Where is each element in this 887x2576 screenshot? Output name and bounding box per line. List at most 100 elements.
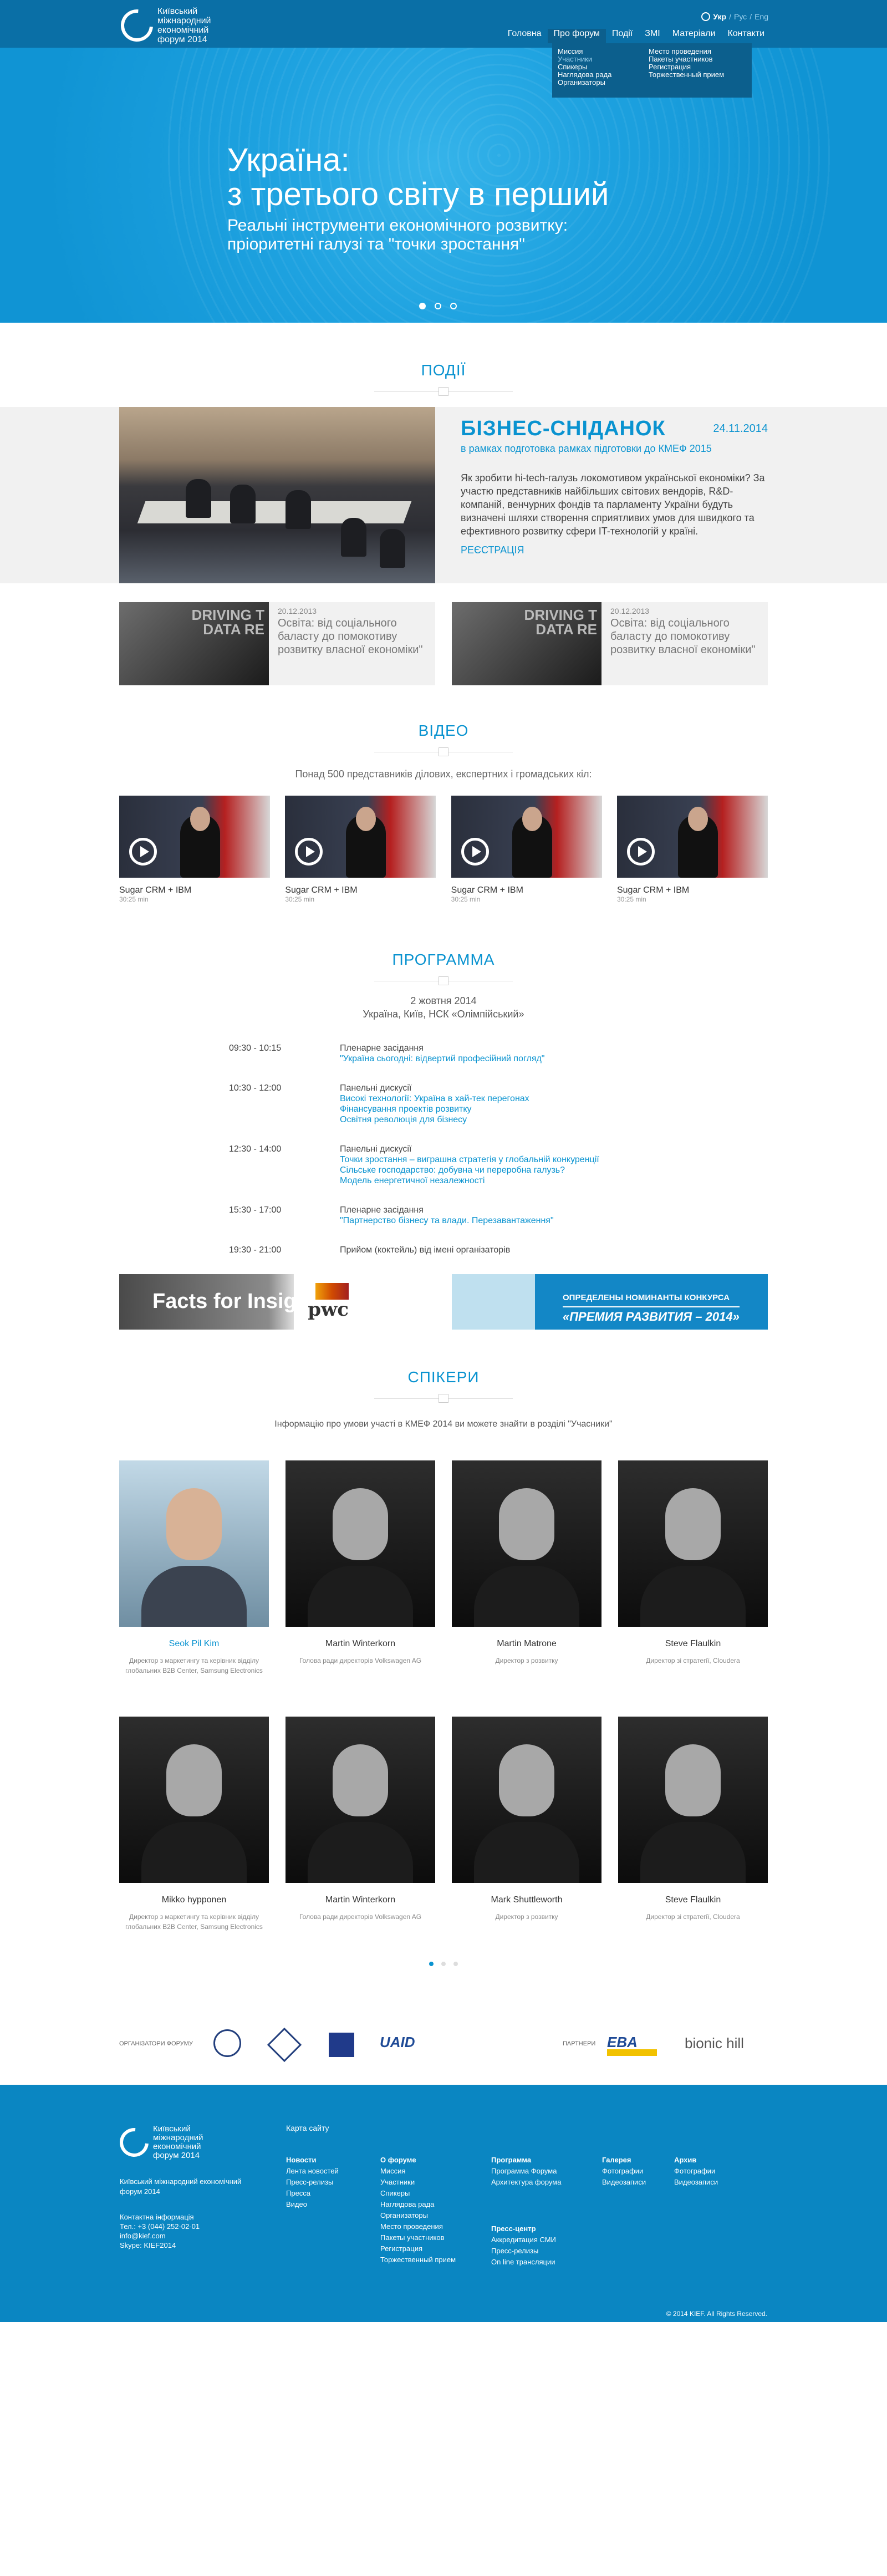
speakers-page-dot-3[interactable] — [453, 1962, 458, 1966]
slider-dot-2[interactable] — [435, 303, 441, 309]
speaker-card[interactable]: Martin Winterkorn Голова ради директорів… — [286, 1460, 435, 1676]
program-session-link[interactable]: Точки зростання – виграшна стратегія у г… — [340, 1154, 599, 1165]
video-card[interactable]: Sugar CRM + IBM 30:25 min — [119, 796, 270, 903]
footer-link[interactable]: Программа Форума — [491, 2166, 561, 2177]
organizer-eu-logo[interactable] — [329, 2033, 354, 2057]
event-card-title[interactable]: Освіта: від соціального баласту до помок… — [610, 617, 760, 656]
program-session-link[interactable]: Фінансування проектів розвитку — [340, 1104, 529, 1114]
speaker-name[interactable]: Mikko hypponen — [119, 1895, 269, 1905]
footer-col-heading[interactable]: Архив — [674, 2155, 718, 2166]
speaker-card[interactable]: Seok Pil Kim Директор з маркетингу та ке… — [119, 1460, 269, 1676]
footer-link[interactable]: Миссия — [380, 2166, 456, 2177]
dropdown-item-mission[interactable]: Миссия — [558, 48, 641, 55]
video-card[interactable]: Sugar CRM + IBM 30:25 min — [285, 796, 436, 903]
speaker-card[interactable]: Martin Matrone Директор з розвитку — [452, 1460, 601, 1676]
site-logo[interactable]: Київський міжнародний економічний форум … — [114, 3, 246, 48]
program-session-link[interactable]: Високі технології: Україна в хай-тек пер… — [340, 1093, 529, 1104]
video-title-text[interactable]: Sugar CRM + IBM — [285, 885, 436, 895]
footer-link[interactable]: Пресса — [286, 2188, 339, 2199]
footer-col-heading[interactable]: О форуме — [380, 2155, 456, 2166]
nav-events[interactable]: Події — [606, 29, 639, 43]
partner-eba-logo[interactable]: EBA — [607, 2034, 657, 2056]
video-thumbnail[interactable] — [616, 796, 768, 878]
footer-link[interactable]: Фотографии — [602, 2166, 646, 2177]
speaker-photo[interactable] — [618, 1460, 768, 1627]
play-icon[interactable] — [626, 838, 655, 866]
video-title-text[interactable]: Sugar CRM + IBM — [451, 885, 602, 895]
speaker-card[interactable]: Mikko hypponen Директор з маркетингу та … — [119, 1717, 269, 1932]
speaker-photo[interactable] — [452, 1717, 601, 1883]
footer-link[interactable]: Организаторы — [380, 2210, 456, 2221]
video-title-text[interactable]: Sugar CRM + IBM — [617, 885, 768, 895]
lang-rus[interactable]: Рус — [734, 12, 747, 21]
speaker-photo[interactable] — [286, 1460, 435, 1627]
footer-link[interactable]: Лента новостей — [286, 2166, 339, 2177]
nav-contacts[interactable]: Контакти — [721, 29, 771, 43]
footer-link[interactable]: Видеозаписи — [602, 2177, 646, 2188]
event-card-title[interactable]: Освіта: від соціального баласту до помок… — [278, 617, 427, 656]
pwc-banner[interactable]: Facts for Insight pwc — [119, 1274, 369, 1330]
play-icon[interactable] — [129, 838, 157, 866]
footer-link[interactable]: Пакеты участников — [380, 2232, 456, 2243]
award-banner[interactable]: ОПРЕДЕЛЕНЫ НОМИНАНТЫ КОНКУРСА «ПРЕМИЯ РА… — [452, 1274, 768, 1330]
speaker-name[interactable]: Martin Matrone — [452, 1639, 601, 1649]
footer-logo[interactable]: Київський міжнародний економічний форум … — [114, 2122, 225, 2163]
video-title-text[interactable]: Sugar CRM + IBM — [119, 885, 270, 895]
video-card[interactable]: Sugar CRM + IBM 30:25 min — [451, 796, 602, 903]
video-thumbnail[interactable] — [285, 796, 436, 878]
video-thumbnail[interactable] — [119, 796, 270, 878]
footer-skype[interactable]: Skype: KIEF2014 — [120, 2241, 258, 2250]
dropdown-item-registration[interactable]: Регистрация — [649, 63, 732, 71]
play-icon[interactable] — [461, 838, 489, 866]
footer-link[interactable]: Пресс-релизы — [286, 2177, 339, 2188]
dropdown-item-venue[interactable]: Место проведения — [649, 48, 732, 55]
footer-sitemap-title[interactable]: Карта сайту — [286, 2124, 329, 2132]
program-session-link[interactable]: "Партнерство бізнесу та влади. Перезаван… — [340, 1215, 554, 1226]
footer-link[interactable]: Наглядова рада — [380, 2199, 456, 2210]
speaker-photo[interactable] — [119, 1460, 269, 1627]
lang-ukr[interactable]: Укр — [713, 12, 726, 21]
footer-link[interactable]: Архитектура форума — [491, 2177, 561, 2188]
organizer-seal-logo[interactable] — [213, 2029, 241, 2057]
footer-link[interactable]: Фотографии — [674, 2166, 718, 2177]
footer-link[interactable]: Видеозаписи — [674, 2177, 718, 2188]
footer-col-heading[interactable]: Пресс-центр — [491, 2223, 561, 2234]
program-session-link[interactable]: Модель енергетичної незалежності — [340, 1175, 599, 1186]
program-session-link[interactable]: "Україна сьогодні: відвертий професійний… — [340, 1053, 544, 1064]
speaker-name[interactable]: Seok Pil Kim — [119, 1639, 269, 1649]
partner-bionic-hill-logo[interactable]: bionic hill — [685, 2035, 768, 2057]
footer-link[interactable]: Место проведения — [380, 2221, 456, 2232]
organizer-crest-logo[interactable] — [267, 2027, 302, 2063]
organizer-uaid-logo[interactable]: UAID — [380, 2034, 441, 2056]
nav-media[interactable]: ЗМІ — [639, 29, 666, 43]
nav-home[interactable]: Головна — [502, 29, 548, 43]
speaker-photo[interactable] — [452, 1460, 601, 1627]
dropdown-item-packages[interactable]: Пакеты участников — [649, 55, 732, 63]
speaker-card[interactable]: Martin Winterkorn Голова ради директорів… — [286, 1717, 435, 1932]
speaker-photo[interactable] — [618, 1717, 768, 1883]
play-icon[interactable] — [295, 838, 323, 866]
footer-link[interactable]: Спикеры — [380, 2188, 456, 2199]
speaker-photo[interactable] — [286, 1717, 435, 1883]
featured-event-photo[interactable] — [119, 407, 435, 583]
speaker-card[interactable]: Mark Shuttleworth Директор з розвитку — [452, 1717, 601, 1932]
footer-link[interactable]: Видео — [286, 2199, 339, 2210]
footer-link[interactable]: Пресс-релизы — [491, 2246, 561, 2257]
dropdown-item-organizers[interactable]: Организаторы — [558, 79, 641, 86]
slider-dot-1[interactable] — [419, 303, 426, 309]
dropdown-item-board[interactable]: Наглядова рада — [558, 71, 641, 79]
speaker-name[interactable]: Martin Winterkorn — [286, 1895, 435, 1905]
program-session-link[interactable]: Освітня революція для бізнесу — [340, 1114, 529, 1125]
footer-col-heading[interactable]: Программа — [491, 2155, 561, 2166]
footer-email[interactable]: info@kief.com — [120, 2231, 258, 2241]
event-card[interactable]: DRIVING T DATA RE 20.12.2013 Освіта: від… — [452, 602, 768, 685]
speakers-page-dot-2[interactable] — [441, 1962, 446, 1966]
program-session-link[interactable]: Сільське господарство: добувна чи переро… — [340, 1165, 599, 1175]
footer-col-heading[interactable]: Галерея — [602, 2155, 646, 2166]
nav-about[interactable]: Про форум — [547, 29, 606, 43]
registration-link[interactable]: РЕЄСТРАЦІЯ — [461, 544, 768, 556]
footer-phone[interactable]: Тел.: +3 (044) 252-02-01 — [120, 2222, 258, 2231]
slider-dot-3[interactable] — [450, 303, 457, 309]
speaker-photo[interactable] — [119, 1717, 269, 1883]
speaker-card[interactable]: Steve Flaulkin Директор зі стратегії, Cl… — [618, 1460, 768, 1676]
